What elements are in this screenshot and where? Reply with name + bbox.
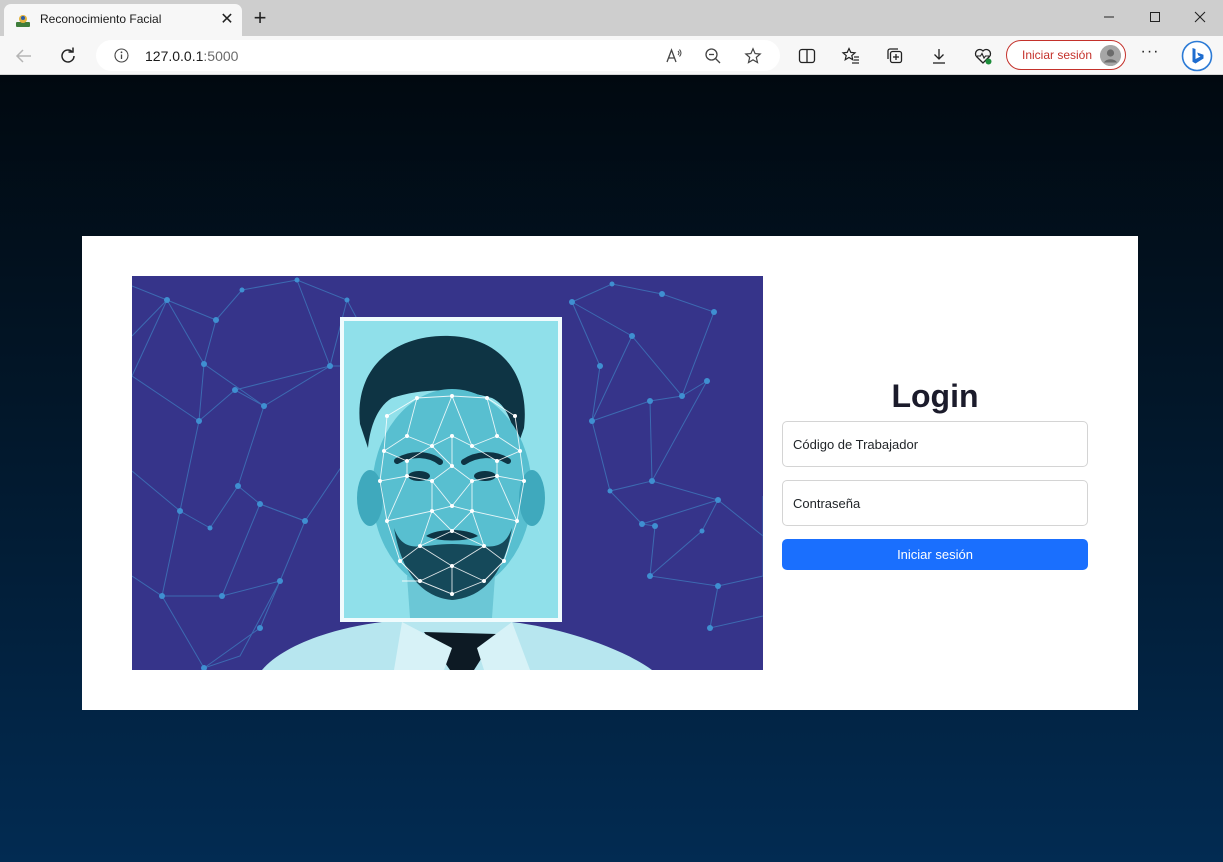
address-bar[interactable]: 127.0.0.1:5000 bbox=[96, 40, 780, 71]
avatar bbox=[1100, 45, 1121, 66]
new-tab-icon[interactable]: + bbox=[250, 7, 270, 29]
favorites-list-icon[interactable] bbox=[841, 46, 861, 66]
profile-signin-label: Iniciar sesión bbox=[1022, 48, 1093, 62]
page-background: Login Iniciar sesión bbox=[0, 75, 1223, 862]
face-recognition-favicon-icon bbox=[16, 15, 30, 27]
zoom-out-icon[interactable] bbox=[704, 47, 722, 65]
favorite-star-icon[interactable] bbox=[744, 47, 762, 65]
url-text[interactable]: 127.0.0.1:5000 bbox=[145, 48, 238, 64]
split-screen-icon[interactable] bbox=[797, 46, 817, 66]
refresh-icon[interactable] bbox=[56, 44, 80, 68]
tab-title: Reconocimiento Facial bbox=[40, 12, 162, 26]
copilot-icon[interactable] bbox=[1181, 40, 1213, 72]
profile-signin-button[interactable]: Iniciar sesión bbox=[1006, 40, 1126, 70]
browser-toolbar: 127.0.0.1:5000 Iniciar sesión ··· bbox=[0, 36, 1223, 75]
browser-tab[interactable]: Reconocimiento Facial ✕ bbox=[4, 4, 242, 36]
maximize-icon[interactable] bbox=[1132, 4, 1178, 30]
tab-close-icon[interactable]: ✕ bbox=[218, 11, 236, 29]
login-submit-button[interactable]: Iniciar sesión bbox=[782, 539, 1088, 570]
info-icon[interactable] bbox=[114, 48, 129, 63]
face-recognition-illustration bbox=[132, 276, 763, 670]
login-title: Login bbox=[891, 378, 979, 414]
download-icon[interactable] bbox=[929, 46, 949, 66]
window-close-icon[interactable] bbox=[1177, 4, 1223, 30]
worker-code-input[interactable] bbox=[782, 421, 1088, 467]
collections-icon[interactable] bbox=[885, 46, 905, 66]
minimize-icon[interactable] bbox=[1086, 4, 1132, 30]
browser-health-icon[interactable] bbox=[973, 46, 993, 66]
password-input[interactable] bbox=[782, 480, 1088, 526]
back-arrow-icon[interactable] bbox=[12, 44, 36, 68]
more-options-icon[interactable]: ··· bbox=[1140, 44, 1160, 65]
read-aloud-icon[interactable] bbox=[665, 47, 683, 65]
tab-strip: Reconocimiento Facial ✕ + bbox=[0, 0, 1223, 36]
login-card: Login Iniciar sesión bbox=[82, 236, 1138, 710]
